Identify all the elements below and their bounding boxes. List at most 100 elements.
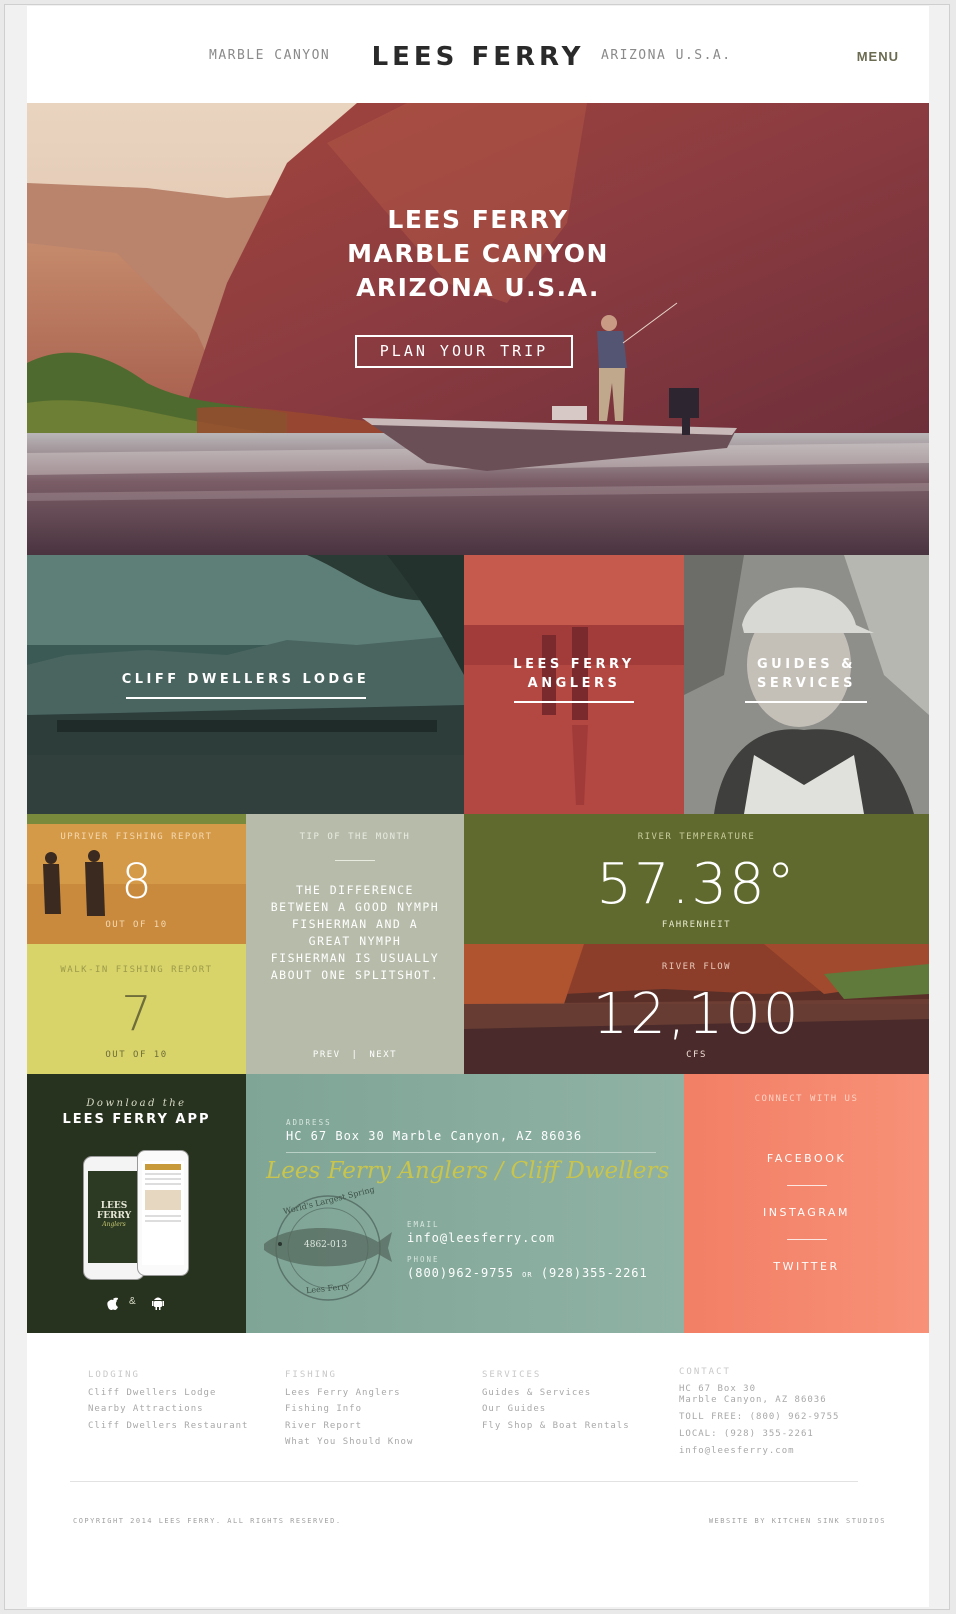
- temperature-unit: FAHRENHEIT: [661, 920, 732, 930]
- apple-icon[interactable]: [106, 1295, 120, 1311]
- stamp-number: 4862-013: [304, 1240, 348, 1250]
- footer-fishing: FISHING Lees Ferry Anglers Fishing Info …: [285, 1367, 413, 1451]
- footer-contact-line: HC 67 Box 30: [679, 1384, 757, 1394]
- footer-contact-line: Marble Canyon, AZ 86036: [679, 1395, 827, 1405]
- flow-unit: CFS: [686, 1050, 707, 1060]
- upriver-scale: OUT OF 10: [105, 920, 168, 930]
- hero-photo: [27, 103, 929, 555]
- site-header: MARBLE CANYON LEES FERRY ARIZONA U.S.A. …: [27, 6, 929, 103]
- address-text: HC 67 Box 30 Marble Canyon, AZ 86036: [286, 1129, 583, 1143]
- tip-pager: PREV | NEXT: [246, 1050, 464, 1060]
- social-links: CONNECT WITH US FACEBOOK INSTAGRAM TWITT…: [684, 1074, 929, 1333]
- anglers-label-line-1: LEES FERRY: [513, 657, 635, 672]
- hero-heading-line-2: MARBLE CANYON: [347, 239, 609, 268]
- hero-banner: LEES FERRY MARBLE CANYON ARIZONA U.S.A. …: [27, 103, 929, 555]
- phone-label: PHONE: [407, 1255, 440, 1264]
- copyright: COPYRIGHT 2014 LEES FERRY. ALL RIGHTS RE…: [73, 1517, 342, 1525]
- footer-contact-line: TOLL FREE: (800) 962-9755: [679, 1412, 840, 1422]
- phone-logo-line-3: Anglers: [102, 1221, 126, 1228]
- upriver-value: 8: [121, 854, 152, 910]
- footer-link[interactable]: Fishing Info: [285, 1401, 413, 1418]
- footer-link[interactable]: Lees Ferry Anglers: [285, 1385, 413, 1402]
- instagram-link[interactable]: INSTAGRAM: [684, 1206, 929, 1219]
- site-logo[interactable]: LEES FERRY: [27, 42, 929, 72]
- phone-logo-line-1: LEES: [100, 1201, 128, 1211]
- footer-lodging: LODGING Cliff Dwellers Lodge Nearby Attr…: [88, 1367, 248, 1434]
- phone-number-local[interactable]: (928)355-2261: [541, 1266, 648, 1280]
- phone-logo-line-2: FERRY: [96, 1211, 132, 1221]
- phone-or: OR: [522, 1271, 533, 1279]
- flow-value: 12,100: [592, 982, 801, 1047]
- temperature-label: RIVER TEMPERATURE: [637, 832, 756, 842]
- social-divider: [786, 1239, 827, 1240]
- tip-divider: [335, 860, 375, 861]
- tip-of-the-month: TIP OF THE MONTH THE DIFFERENCE BETWEEN …: [246, 814, 464, 1074]
- page: MARBLE CANYON LEES FERRY ARIZONA U.S.A. …: [27, 6, 929, 1607]
- facebook-link[interactable]: FACEBOOK: [684, 1152, 929, 1165]
- contact-block: ADDRESS HC 67 Box 30 Marble Canyon, AZ 8…: [246, 1074, 684, 1333]
- tip-next-link[interactable]: NEXT: [369, 1050, 397, 1060]
- tip-pager-separator: |: [351, 1050, 359, 1060]
- footer-link[interactable]: Cliff Dwellers Restaurant: [88, 1418, 248, 1435]
- hero-heading: LEES FERRY MARBLE CANYON ARIZONA U.S.A.: [27, 203, 929, 305]
- address-label: ADDRESS: [286, 1118, 332, 1127]
- walkin-label: WALK-IN FISHING REPORT: [60, 965, 213, 975]
- tip-prev-link[interactable]: PREV: [313, 1050, 341, 1060]
- hero-heading-line-3: ARIZONA U.S.A.: [356, 273, 600, 302]
- footer-contact-heading: CONTACT: [679, 1367, 731, 1377]
- footer-email-link[interactable]: info@leesferry.com: [679, 1446, 839, 1457]
- menu-button[interactable]: MENU: [857, 49, 899, 64]
- footer-link[interactable]: Cliff Dwellers Lodge: [88, 1385, 248, 1402]
- tile-cliff-dwellers-lodge[interactable]: CLIFF DWELLERS LODGE: [27, 555, 464, 814]
- lodge-label: CLIFF DWELLERS LODGE: [121, 672, 370, 687]
- upriver-report: UPRIVER FISHING REPORT 8 OUT OF 10: [27, 814, 246, 944]
- guides-label-line-2: SERVICES: [757, 676, 856, 691]
- footer-link[interactable]: Nearby Attractions: [88, 1401, 248, 1418]
- tip-text: THE DIFFERENCE BETWEEN A GOOD NYMPH FISH…: [270, 883, 440, 982]
- footer-link[interactable]: River Report: [285, 1418, 413, 1435]
- anglers-underline: [514, 701, 634, 703]
- footer-link[interactable]: Our Guides: [482, 1401, 630, 1418]
- walkin-scale: OUT OF 10: [105, 1050, 168, 1060]
- footer-link[interactable]: What You Should Know: [285, 1434, 413, 1451]
- footer-fishing-heading: FISHING: [285, 1370, 337, 1380]
- email-link[interactable]: info@leesferry.com: [407, 1231, 555, 1245]
- tile-guides-services[interactable]: GUIDES & SERVICES: [684, 555, 929, 814]
- footer-services-heading: SERVICES: [482, 1370, 542, 1380]
- header-location-right: ARIZONA U.S.A.: [601, 48, 732, 63]
- footer-contact: CONTACT HC 67 Box 30 Marble Canyon, AZ 8…: [679, 1367, 839, 1457]
- phone-numbers: (800)962-9755 OR (928)355-2261: [407, 1266, 648, 1280]
- plan-your-trip-button[interactable]: PLAN YOUR TRIP: [355, 335, 573, 368]
- phone-number-toll-free[interactable]: (800)962-9755: [407, 1266, 514, 1280]
- twitter-link[interactable]: TWITTER: [684, 1260, 929, 1273]
- footer-lodging-heading: LODGING: [88, 1370, 140, 1380]
- app-platform-separator: &: [129, 1296, 136, 1307]
- phone-mockup-second: [137, 1150, 189, 1276]
- river-temperature: RIVER TEMPERATURE 57.38° FAHRENHEIT: [464, 814, 929, 944]
- tile-lees-ferry-anglers[interactable]: LEES FERRY ANGLERS: [464, 555, 684, 814]
- address-divider: [286, 1152, 656, 1153]
- footer-divider: [70, 1481, 858, 1482]
- phone-mockup: LEES FERRY Anglers: [83, 1156, 145, 1280]
- walkin-report: WALK-IN FISHING REPORT 7 OUT OF 10: [27, 944, 246, 1074]
- footer-link[interactable]: Fly Shop & Boat Rentals: [482, 1418, 630, 1435]
- flow-label: RIVER FLOW: [661, 962, 732, 972]
- footer-services: SERVICES Guides & Services Our Guides Fl…: [482, 1367, 630, 1434]
- anglers-label-line-2: ANGLERS: [527, 676, 621, 691]
- site-credit-link[interactable]: WEBSITE BY KITCHEN SINK STUDIOS: [709, 1517, 886, 1525]
- script-signature: Lees Ferry Anglers / Cliff Dwellers: [266, 1158, 670, 1184]
- hero-heading-line-1: LEES FERRY: [387, 205, 569, 234]
- walkin-value: 7: [121, 986, 152, 1042]
- tip-label: TIP OF THE MONTH: [299, 832, 411, 842]
- trout-stamp: World's Largest Spring 4862-013 Lees Fer…: [260, 1185, 395, 1304]
- app-title: LEES FERRY APP: [62, 1112, 211, 1127]
- app-download: Download the LEES FERRY APP LEES FERRY A…: [27, 1074, 246, 1333]
- social-divider: [786, 1185, 827, 1186]
- river-flow: RIVER FLOW 12,100 CFS: [464, 944, 929, 1074]
- guides-underline: [745, 701, 867, 703]
- guides-label-line-1: GUIDES &: [757, 657, 856, 672]
- android-icon[interactable]: [151, 1294, 165, 1310]
- footer-link[interactable]: Guides & Services: [482, 1385, 630, 1402]
- social-heading: CONNECT WITH US: [754, 1094, 859, 1104]
- app-download-label: Download the: [86, 1098, 187, 1109]
